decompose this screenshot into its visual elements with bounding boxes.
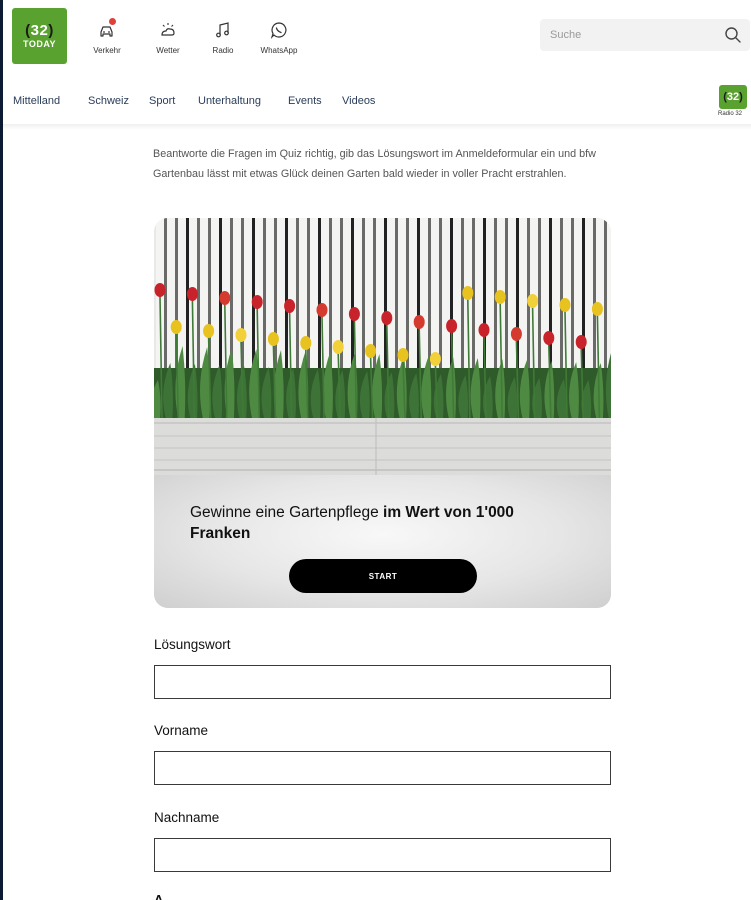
nav-item-mittelland[interactable]: Mittelland — [13, 95, 60, 107]
field-label-loesungswort: Lösungswort — [154, 637, 231, 652]
search-input[interactable] — [550, 25, 700, 45]
whatsapp-icon — [270, 22, 287, 40]
quick-link-label: WhatsApp — [260, 46, 298, 55]
nav-item-schweiz[interactable]: Schweiz — [88, 95, 129, 107]
quick-link-label: Verkehr — [93, 46, 121, 55]
nav-item-sport[interactable]: Sport — [149, 95, 175, 107]
card-title: Gewinne eine Gartenpflege im Wert von 1'… — [190, 504, 514, 542]
quick-link-verkehr[interactable]: Verkehr — [77, 17, 137, 55]
nav-item-events[interactable]: Events — [288, 95, 322, 107]
site-header: (32) TODAY Verkehr Wetter Radio WhatsApp… — [3, 0, 751, 75]
loesungswort-input[interactable] — [154, 665, 611, 699]
quick-link-label: Wetter — [156, 46, 180, 55]
nachname-input[interactable] — [154, 838, 611, 872]
start-button[interactable]: START — [289, 559, 477, 593]
radio32-logo[interactable]: (32) — [719, 85, 747, 109]
nav-item-videos[interactable]: Videos — [342, 95, 375, 107]
radio32-label: Radio 32 — [718, 111, 743, 117]
contest-card: Gewinne eine Gartenpflege im Wert von 1'… — [154, 218, 611, 608]
nav-divider — [3, 124, 751, 130]
tulip-garden-image — [154, 218, 611, 475]
weather-icon — [161, 23, 175, 36]
quick-link-label: Radio — [212, 46, 234, 55]
field-label-nachname: Nachname — [154, 810, 220, 825]
page: (32) TODAY Verkehr Wetter Radio WhatsApp… — [3, 0, 751, 900]
nav-item-unterhaltung[interactable]: Unterhaltung — [198, 95, 261, 107]
main-nav: Mittelland Schweiz Sport Unterhaltung Ev… — [3, 85, 751, 125]
search-icon[interactable] — [724, 26, 742, 44]
intro-text: Beantworte die Fragen im Quiz richtig, g… — [153, 148, 596, 180]
music-note-icon — [216, 22, 229, 38]
logo-word: TODAY — [22, 39, 56, 49]
search-box — [540, 19, 750, 51]
field-label-vorname: Vorname — [154, 723, 209, 738]
alert-badge — [108, 17, 117, 26]
today-logo[interactable]: (32) TODAY — [12, 8, 67, 64]
quick-link-whatsapp[interactable]: WhatsApp — [249, 20, 309, 55]
quick-link-wetter[interactable]: Wetter — [138, 20, 198, 55]
quick-link-radio[interactable]: Radio — [193, 20, 253, 55]
field-label-partial: A — [154, 892, 164, 900]
logo-number: (32) — [25, 22, 54, 39]
vorname-input[interactable] — [154, 751, 611, 785]
